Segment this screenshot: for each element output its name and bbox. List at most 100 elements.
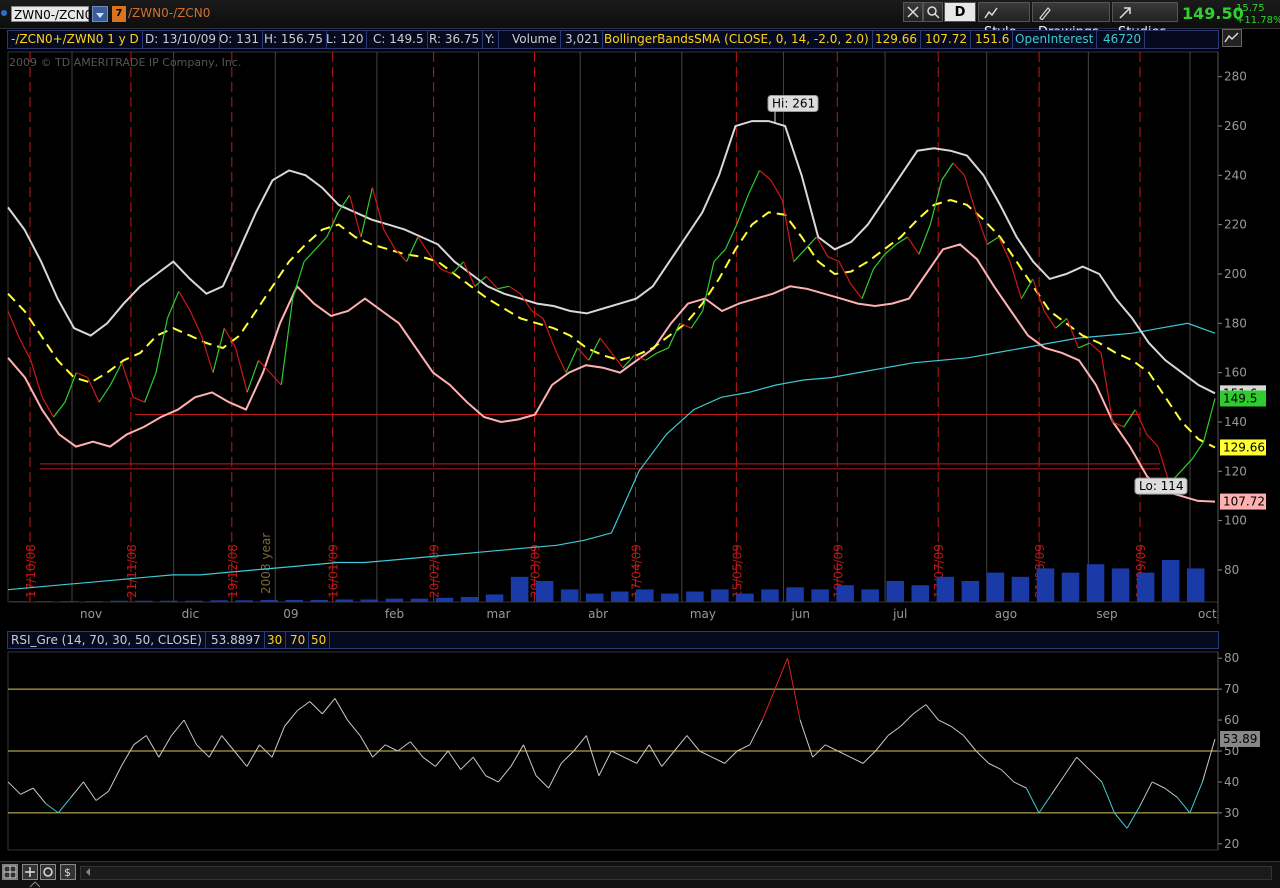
rsi-segment xyxy=(611,750,625,758)
bollinger-lower-value: 107.72 xyxy=(922,31,971,48)
symbol-label: /ZWN0-/ZCN0 xyxy=(128,6,211,20)
rsi-segment xyxy=(724,750,738,764)
plus-icon xyxy=(25,867,35,877)
rsi-segment xyxy=(409,741,424,758)
grid-icon xyxy=(3,865,17,879)
y-tick-label: 280 xyxy=(1224,70,1247,84)
rsi-segment xyxy=(761,688,776,721)
price-segment xyxy=(349,194,362,238)
month-label: nov xyxy=(80,607,102,621)
dollar-icon: $ xyxy=(64,866,71,879)
rsi-segment xyxy=(887,725,901,736)
price-segment xyxy=(850,283,863,300)
price-segment xyxy=(1180,458,1193,472)
month-label: dic xyxy=(182,607,200,621)
rsi-segment xyxy=(246,744,260,767)
price-segment xyxy=(781,199,795,262)
volume-bar xyxy=(235,600,253,602)
style-button[interactable]: Style xyxy=(978,2,1030,40)
zoom-tool-button[interactable] xyxy=(923,2,943,22)
volume-bar xyxy=(335,599,354,602)
price-segment xyxy=(724,224,738,250)
zoom-button[interactable] xyxy=(22,864,38,880)
rsi-label[interactable]: RSI_Gre (14, 70, 30, 50, CLOSE) xyxy=(8,632,206,649)
price-segment xyxy=(178,290,191,312)
crosshair-tool-button[interactable] xyxy=(903,2,923,22)
open-interest-label[interactable]: OpenInterest xyxy=(1012,31,1098,48)
rsi-segment xyxy=(1176,797,1191,814)
price-segment xyxy=(394,248,407,263)
studies-button[interactable]: Studies xyxy=(1112,2,1178,40)
dollar-button[interactable]: $ xyxy=(60,864,76,880)
rsi-chart[interactable]: 2030405060708053.89 xyxy=(0,650,1280,860)
horizontal-scrollbar[interactable] xyxy=(80,866,1272,880)
drawings-button[interactable]: Drawings xyxy=(1032,2,1110,40)
chart-settings-button[interactable] xyxy=(1222,29,1242,47)
price-chart[interactable]: 17/10/08 21/11/08 19/12/08 16/01/09 20/02/09… xyxy=(0,50,1280,630)
volume-bar xyxy=(435,597,454,602)
rsi-segment xyxy=(460,756,474,770)
low-annotation: Lo: 114 xyxy=(1139,479,1184,493)
price-segment xyxy=(223,327,237,349)
rsi-segment xyxy=(347,719,361,736)
rsi-segment xyxy=(825,744,839,752)
rsi-segment xyxy=(183,719,198,746)
price-segment xyxy=(656,347,669,354)
price-segment xyxy=(360,187,373,238)
rsi-segment xyxy=(397,741,411,752)
rsi-segment xyxy=(573,735,587,752)
price-segment xyxy=(554,347,567,373)
info-symbol[interactable]: -/ZCN0+/ZWN0 1 y D xyxy=(8,31,143,48)
rsi-segment xyxy=(20,787,34,795)
bottom-toolbar: $ xyxy=(0,861,1280,888)
volume-bar xyxy=(736,593,754,602)
rsi-segment xyxy=(673,735,688,752)
rsi-segment xyxy=(560,750,575,764)
rsi-segment xyxy=(359,735,374,758)
event-date-label: 17/10/08 xyxy=(24,544,38,598)
rsi-y-tick-label: 60 xyxy=(1224,713,1239,727)
price-segment xyxy=(941,162,954,181)
symbol-input[interactable]: ZWN0-/ZCN0 xyxy=(11,6,92,22)
settings-button[interactable] xyxy=(40,864,56,880)
rsi-segment xyxy=(133,735,147,746)
volume-bar xyxy=(1161,560,1180,602)
y-tick-label: 160 xyxy=(1224,366,1247,380)
grid-layout-button[interactable] xyxy=(2,864,18,880)
month-label: 09 xyxy=(283,607,298,621)
scroll-left-icon xyxy=(86,868,90,876)
price-segment xyxy=(18,337,32,361)
rsi-segment xyxy=(485,775,499,783)
volume-label: Volume xyxy=(509,31,561,48)
rsi-segment xyxy=(963,735,977,752)
crosshair-icon xyxy=(907,6,919,18)
pencil-icon xyxy=(1039,6,1051,21)
price-segment xyxy=(1123,409,1136,428)
volume-bar xyxy=(961,581,980,602)
volume-bar xyxy=(585,593,604,602)
volume-bar xyxy=(1061,572,1080,602)
rsi-segment xyxy=(1038,794,1052,814)
volume-bar xyxy=(1136,572,1155,602)
rsi-segment xyxy=(435,750,449,767)
period-button[interactable]: D xyxy=(944,2,976,22)
price-segment xyxy=(713,248,726,263)
rsi-segment xyxy=(1063,756,1078,777)
price-segment xyxy=(1100,352,1114,423)
price-segment xyxy=(576,347,590,361)
rsi-segment xyxy=(171,719,185,736)
bollinger-label[interactable]: BollingerBandsSMA (CLOSE, 0, 14, -2.0, 2… xyxy=(601,31,873,48)
event-date-label: 21/11/08 xyxy=(125,544,139,598)
price-segment xyxy=(133,396,145,403)
event-date-label: 16/01/09 xyxy=(327,544,341,598)
price-change-percent: +11.78% xyxy=(1236,15,1280,26)
link-badge[interactable]: 7 xyxy=(112,6,126,22)
volume-bar xyxy=(385,598,404,602)
rsi-segment xyxy=(585,735,600,776)
rsi-segment xyxy=(472,756,487,777)
rsi-segment xyxy=(1051,775,1065,795)
rsi-segment xyxy=(1126,806,1140,829)
volume-bar xyxy=(686,591,704,602)
rsi-y-tick-label: 70 xyxy=(1224,682,1239,696)
symbol-lookup-button[interactable] xyxy=(92,6,108,22)
